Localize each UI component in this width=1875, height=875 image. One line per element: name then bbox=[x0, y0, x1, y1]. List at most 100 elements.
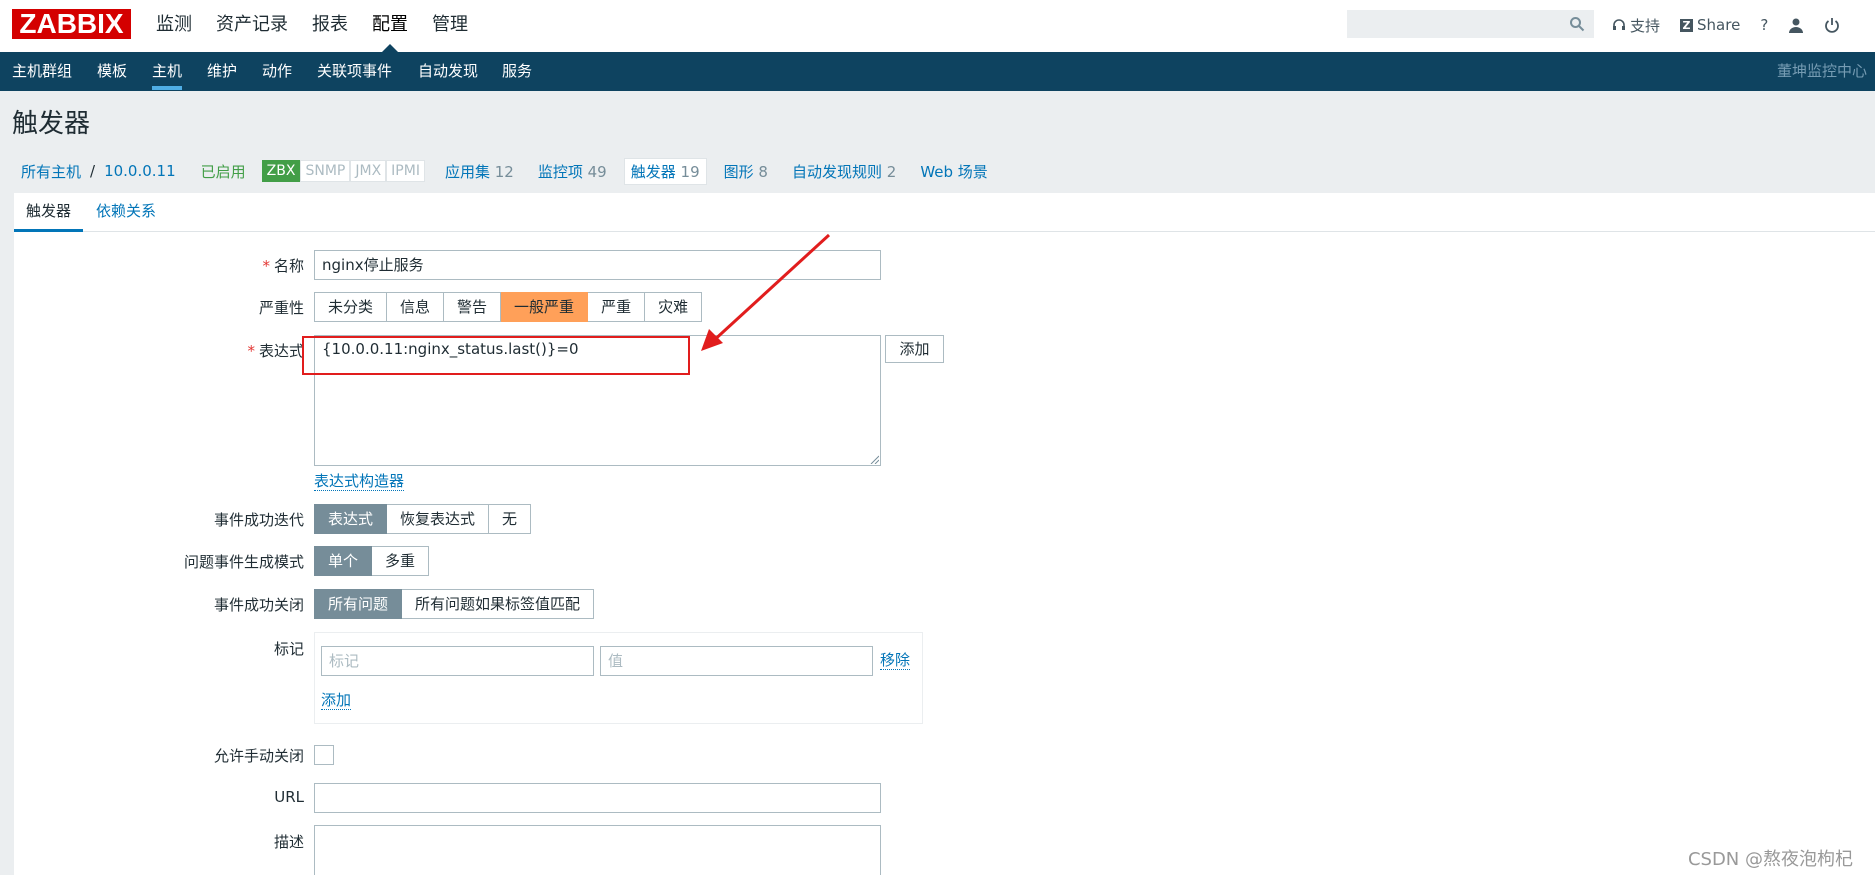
add-tag-link[interactable]: 添加 bbox=[321, 691, 352, 710]
tag-value-input[interactable]: 值 bbox=[600, 646, 873, 676]
triggers-count: 19 bbox=[680, 162, 700, 181]
help-button[interactable]: ? bbox=[1760, 16, 1768, 34]
severity-label: 严重性 bbox=[258, 299, 304, 317]
expression-label: * 表达式 bbox=[247, 342, 304, 360]
sub-menu: 主机群组 模板 主机 维护 动作 关联项事件 自动发现 服务 董坤监控中心 bbox=[0, 52, 1875, 91]
ok-close-label: 事件成功关闭 bbox=[213, 596, 304, 614]
menu-configuration[interactable]: 配置 bbox=[360, 0, 420, 52]
breadcrumb-web-scenarios[interactable]: Web 场景 bbox=[920, 161, 987, 182]
manual-close-checkbox[interactable] bbox=[314, 745, 334, 765]
tab-trigger[interactable]: 触发器 bbox=[14, 193, 84, 232]
submenu-host-groups[interactable]: 主机群组 bbox=[12, 52, 72, 90]
description-textarea[interactable] bbox=[314, 825, 881, 875]
graphs-count: 8 bbox=[758, 162, 768, 181]
top-bar: ZABBIX 监测 资产记录 报表 配置 管理 支持 Z Share ? bbox=[0, 0, 1875, 52]
menu-reports[interactable]: 报表 bbox=[300, 0, 360, 52]
expression-builder-link[interactable]: 表达式构造器 bbox=[314, 472, 405, 491]
power-icon bbox=[1825, 18, 1840, 33]
breadcrumb-applications[interactable]: 应用集 12 bbox=[445, 161, 514, 182]
discovery-rules-count: 2 bbox=[886, 162, 897, 181]
ok-event-expression[interactable]: 表达式 bbox=[314, 504, 388, 534]
severity-information[interactable]: 信息 bbox=[387, 292, 445, 322]
discovery-rules-label: 自动发现规则 bbox=[791, 162, 882, 181]
severity-disaster[interactable]: 灾难 bbox=[645, 292, 703, 322]
share-label: Share bbox=[1697, 16, 1741, 34]
manual-close-label: 允许手动关闭 bbox=[213, 747, 304, 765]
breadcrumb-graphs[interactable]: 图形 8 bbox=[724, 161, 768, 182]
search-icon[interactable] bbox=[1569, 16, 1585, 32]
ok-event-recovery-expression[interactable]: 恢复表达式 bbox=[387, 504, 490, 534]
ipmi-badge: IPMI bbox=[386, 160, 425, 182]
problem-mode-label: 问题事件生成模式 bbox=[183, 553, 304, 571]
host-status-enabled[interactable]: 已启用 bbox=[201, 161, 246, 182]
problem-mode-multiple[interactable]: 多重 bbox=[372, 546, 430, 576]
items-label: 监控项 bbox=[537, 162, 583, 181]
submenu-discovery[interactable]: 自动发现 bbox=[418, 52, 478, 90]
triggers-label: 触发器 bbox=[630, 162, 676, 181]
support-label: 支持 bbox=[1630, 16, 1661, 35]
severity-not-classified[interactable]: 未分类 bbox=[314, 292, 388, 322]
graphs-label: 图形 bbox=[723, 162, 754, 181]
description-label: 描述 bbox=[273, 833, 304, 851]
breadcrumb-discovery-rules[interactable]: 自动发现规则 2 bbox=[792, 161, 896, 182]
web-scenarios-label: Web 场景 bbox=[920, 162, 988, 181]
tags-label: 标记 bbox=[273, 640, 304, 658]
tags-table: 标记 值 移除 添加 bbox=[314, 632, 923, 724]
ok-event-none[interactable]: 无 bbox=[489, 504, 532, 534]
user-menu: 支持 Z Share ? bbox=[1612, 0, 1860, 50]
share-link[interactable]: Z Share bbox=[1680, 16, 1740, 34]
ok-close-tag-match[interactable]: 所有问题如果标签值匹配 bbox=[402, 589, 595, 619]
applications-count: 12 bbox=[494, 162, 514, 181]
ok-event-selector: 表达式 恢复表达式 无 bbox=[314, 504, 532, 534]
breadcrumb-host[interactable]: 10.0.0.11 bbox=[104, 162, 176, 180]
zabbix-logo[interactable]: ZABBIX bbox=[12, 9, 131, 39]
ok-close-all-problems[interactable]: 所有问题 bbox=[314, 589, 403, 619]
support-link[interactable]: 支持 bbox=[1612, 15, 1660, 36]
trigger-form-panel: 触发器 依赖关系 * 名称 nginx停止服务 严重性 未分类 信息 警告 一般严… bbox=[14, 193, 1875, 875]
logout-button[interactable] bbox=[1824, 17, 1840, 33]
add-expression-button[interactable]: 添加 bbox=[885, 335, 944, 363]
headset-icon bbox=[1613, 19, 1625, 30]
url-label: URL bbox=[274, 788, 304, 806]
submenu-hosts[interactable]: 主机 bbox=[152, 52, 183, 90]
severity-high[interactable]: 严重 bbox=[588, 292, 646, 322]
submenu-services[interactable]: 服务 bbox=[502, 52, 532, 90]
breadcrumb-items[interactable]: 监控项 49 bbox=[538, 161, 607, 182]
problem-mode-single[interactable]: 单个 bbox=[314, 546, 373, 576]
resize-handle-icon[interactable] bbox=[869, 454, 879, 464]
menu-monitoring[interactable]: 监测 bbox=[144, 0, 204, 52]
remove-tag-link[interactable]: 移除 bbox=[880, 651, 911, 670]
submenu-maintenance[interactable]: 维护 bbox=[207, 52, 237, 90]
main-menu: 监测 资产记录 报表 配置 管理 bbox=[144, 0, 480, 52]
availability-badges: ZBX SNMP JMX IPMI bbox=[261, 160, 425, 182]
submenu-actions[interactable]: 动作 bbox=[262, 52, 292, 90]
snmp-badge: SNMP bbox=[300, 160, 351, 182]
tag-name-input[interactable]: 标记 bbox=[321, 646, 594, 676]
search-input[interactable] bbox=[1347, 10, 1594, 38]
annotation-arrow bbox=[701, 233, 831, 351]
submenu-templates[interactable]: 模板 bbox=[97, 52, 127, 90]
submenu-correlation[interactable]: 关联项事件 bbox=[317, 52, 392, 90]
tab-dependencies[interactable]: 依赖关系 bbox=[96, 193, 156, 229]
breadcrumb-all-hosts[interactable]: 所有主机 bbox=[21, 161, 81, 182]
severity-selector: 未分类 信息 警告 一般严重 严重 灾难 bbox=[314, 292, 703, 322]
org-label: 董坤监控中心 bbox=[1776, 62, 1867, 80]
name-label: * 名称 bbox=[262, 257, 304, 275]
items-count: 49 bbox=[587, 162, 607, 181]
breadcrumb-triggers[interactable]: 触发器 19 bbox=[623, 157, 707, 185]
user-profile-button[interactable] bbox=[1788, 17, 1804, 33]
ok-close-selector: 所有问题 所有问题如果标签值匹配 bbox=[314, 589, 595, 619]
ok-event-label: 事件成功迭代 bbox=[213, 511, 304, 529]
severity-average[interactable]: 一般严重 bbox=[501, 292, 589, 322]
breadcrumb-separator: / bbox=[90, 162, 96, 180]
menu-inventory[interactable]: 资产记录 bbox=[204, 0, 300, 52]
menu-administration[interactable]: 管理 bbox=[420, 0, 480, 52]
annotation-highlight-box bbox=[302, 336, 690, 375]
problem-mode-selector: 单个 多重 bbox=[314, 546, 430, 576]
url-field[interactable] bbox=[314, 783, 881, 813]
breadcrumb: 所有主机 / 10.0.0.11 已启用 ZBX SNMP JMX IPMI 应… bbox=[12, 156, 1012, 186]
severity-warning[interactable]: 警告 bbox=[444, 292, 502, 322]
zbx-badge: ZBX bbox=[261, 160, 301, 182]
jmx-badge: JMX bbox=[350, 160, 387, 182]
applications-label: 应用集 bbox=[444, 162, 490, 181]
